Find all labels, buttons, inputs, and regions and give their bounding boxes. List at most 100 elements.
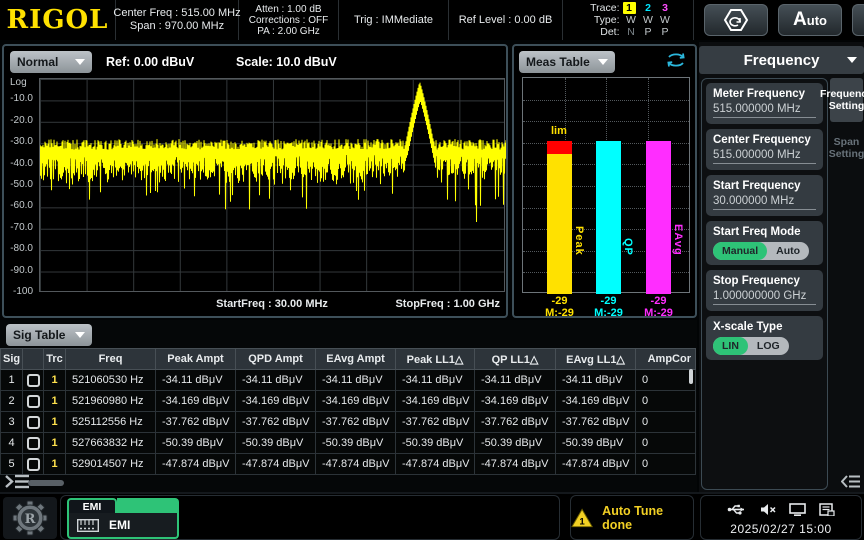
emi-card-label: EMI bbox=[109, 518, 130, 532]
trace-2-badge: 2 bbox=[640, 2, 657, 14]
table-cell: -34.169 dBμV bbox=[316, 391, 396, 412]
table-cell: -37.762 dBμV bbox=[236, 412, 316, 433]
trace-grid-label: Trace: bbox=[583, 2, 623, 14]
signal-table: Sig TrcFreqPeak AmptQPD AmptEAvg AmptPeak… bbox=[0, 348, 696, 475]
row-checkbox[interactable] bbox=[27, 458, 40, 471]
y-axis-ticks: -10.0-20.0-30.0-40.0-50.0-60.0-70.0-80.0… bbox=[4, 78, 36, 292]
preset-button[interactable] bbox=[704, 4, 768, 36]
field-start-frequency[interactable]: Start Frequency30.000000 MHz bbox=[706, 175, 823, 216]
ref-level-status[interactable]: Ref Level : 0.00 dB bbox=[449, 0, 563, 40]
status-icons bbox=[701, 503, 861, 516]
table-horizontal-scrollbar[interactable] bbox=[28, 480, 64, 486]
swap-view-icon[interactable] bbox=[665, 53, 687, 67]
checkbox-cell bbox=[23, 454, 44, 475]
toggle-option-lin[interactable]: LIN bbox=[713, 337, 748, 355]
table-cell: 525112556 Hz bbox=[66, 412, 156, 433]
toggle-x-scale-type[interactable]: LINLOG bbox=[713, 337, 789, 355]
y-axis-tick: -70.0 bbox=[10, 222, 33, 233]
field-x-scale-type[interactable]: X-scale TypeLINLOG bbox=[706, 316, 823, 360]
spectrum-plot[interactable] bbox=[39, 78, 505, 292]
trace-mode-dropdown[interactable]: Normal bbox=[10, 51, 92, 73]
limit-label: lim bbox=[551, 125, 567, 137]
y-axis-tick: -10.0 bbox=[10, 93, 33, 104]
gear-icon: R bbox=[12, 500, 48, 536]
column-header[interactable]: Sig bbox=[1, 349, 23, 370]
emi-tab-label[interactable]: EMI bbox=[67, 498, 117, 513]
partial-button[interactable] bbox=[852, 4, 864, 36]
table-row[interactable]: 51529014507 Hz-47.874 dBμV-47.874 dBμV-4… bbox=[1, 454, 696, 475]
toggle-option-auto[interactable]: Auto bbox=[767, 242, 809, 260]
trace-info[interactable]: Trace:123Type:WWWDet:NPP bbox=[563, 0, 694, 40]
amplitude-status[interactable]: Atten : 1.00 dB Corrections : OFF PA : 2… bbox=[239, 0, 339, 40]
auto-button-letter: A bbox=[793, 9, 807, 31]
trace-1-waveform bbox=[40, 79, 506, 293]
table-cell: -50.39 dBμV bbox=[396, 433, 475, 454]
column-header[interactable]: Peak Ampt bbox=[156, 349, 236, 370]
table-row[interactable]: 21521960980 Hz-34.169 dBμV-34.169 dBμV-3… bbox=[1, 391, 696, 412]
hide-menu-icon[interactable] bbox=[841, 474, 861, 489]
system-menu-button[interactable]: R bbox=[3, 497, 57, 539]
sig-number: 3 bbox=[1, 412, 23, 433]
chevron-down-icon bbox=[847, 57, 857, 63]
trigger-status[interactable]: Trig : IMMediate bbox=[339, 0, 449, 40]
bar-detector-label: Peak bbox=[573, 226, 585, 256]
table-cell: 0 bbox=[636, 370, 696, 391]
tab-frequency-setting[interactable]: Frequency Setting bbox=[830, 78, 863, 122]
checkbox-cell bbox=[23, 391, 44, 412]
freq-span-status[interactable]: Center Freq : 515.00 MHz Span : 970.00 M… bbox=[116, 0, 239, 40]
meas-table-dropdown[interactable]: Meas Table bbox=[519, 51, 615, 73]
table-row[interactable]: 11521060530 Hz-34.11 dBμV-34.11 dBμV-34.… bbox=[1, 370, 696, 391]
column-header[interactable]: AmpCor bbox=[636, 349, 696, 370]
row-checkbox[interactable] bbox=[27, 395, 40, 408]
y-axis-tick: -100 bbox=[13, 286, 33, 297]
trig-status: Trig : IMMediate bbox=[354, 14, 433, 27]
field-start-freq-mode[interactable]: Start Freq ModeManualAuto bbox=[706, 221, 823, 265]
table-row[interactable]: 31525112556 Hz-37.762 dBμV-37.762 dBμV-3… bbox=[1, 412, 696, 433]
field-value: 30.000000 MHz bbox=[713, 192, 816, 210]
field-label: Center Frequency bbox=[713, 134, 816, 146]
table-cell: -34.11 dBμV bbox=[316, 370, 396, 391]
emi-mode-tab[interactable]: EMI EMI bbox=[67, 498, 179, 539]
notification-area[interactable]: 1 Auto Tune done bbox=[570, 495, 694, 540]
table-cell: 0 bbox=[636, 454, 696, 475]
sig-table-dropdown[interactable]: Sig Table bbox=[6, 324, 92, 346]
system-status-section[interactable]: 2025/02/27 15:00 bbox=[700, 495, 862, 540]
trace-number: 1 bbox=[44, 412, 66, 433]
scale-label[interactable]: Scale: 10.0 dBuV bbox=[236, 55, 337, 69]
field-stop-frequency[interactable]: Stop Frequency1.000000000 GHz bbox=[706, 270, 823, 311]
signal-table-area: Sig Table SigTrcFreqPeak AmptQPD AmptEAv… bbox=[0, 320, 697, 492]
emi-mode-card[interactable]: EMI bbox=[67, 513, 179, 539]
row-checkbox[interactable] bbox=[27, 437, 40, 450]
toggle-option-log[interactable]: LOG bbox=[748, 337, 789, 355]
ref-label[interactable]: Ref: 0.00 dBuV bbox=[106, 55, 194, 69]
chevron-down-icon bbox=[75, 332, 85, 338]
column-header[interactable]: QP LL1△ bbox=[475, 349, 556, 370]
column-header[interactable]: QPD Ampt bbox=[236, 349, 316, 370]
column-header[interactable]: EAvg Ampt bbox=[316, 349, 396, 370]
trace-number: 1 bbox=[44, 454, 66, 475]
meas-table-value: Meas Table bbox=[526, 55, 590, 69]
column-header[interactable]: EAvg LL1△ bbox=[556, 349, 636, 370]
column-header[interactable]: Trc bbox=[44, 349, 66, 370]
row-checkbox[interactable] bbox=[27, 416, 40, 429]
tab-span-setting[interactable]: Span Setting bbox=[830, 126, 863, 170]
column-header[interactable]: Peak LL1△ bbox=[396, 349, 475, 370]
checkbox-cell bbox=[23, 433, 44, 454]
auto-tune-button[interactable]: Auto bbox=[778, 4, 842, 36]
toggle-option-manual[interactable]: Manual bbox=[713, 242, 767, 260]
menu-header-dropdown[interactable]: Frequency bbox=[699, 46, 864, 74]
field-meter-frequency[interactable]: Meter Frequency515.000000 MHz bbox=[706, 83, 823, 124]
table-cell: -37.762 dBμV bbox=[156, 412, 236, 433]
analyzer-screen: RIGOL Center Freq : 515.00 MHz Span : 97… bbox=[0, 0, 864, 540]
field-center-frequency[interactable]: Center Frequency515.000000 MHz bbox=[706, 129, 823, 170]
toggle-start-freq-mode[interactable]: ManualAuto bbox=[713, 242, 809, 260]
table-cell: -34.169 dBμV bbox=[556, 391, 636, 412]
trace-2-det: P bbox=[640, 26, 657, 38]
table-row[interactable]: 41527663832 Hz-50.39 dBμV-50.39 dBμV-50.… bbox=[1, 433, 696, 454]
expand-table-icon[interactable] bbox=[4, 473, 30, 490]
column-header[interactable]: Freq bbox=[66, 349, 156, 370]
column-header[interactable] bbox=[23, 349, 44, 370]
row-checkbox[interactable] bbox=[27, 374, 40, 387]
table-cell: -50.39 dBμV bbox=[236, 433, 316, 454]
table-vertical-scrollbar[interactable] bbox=[689, 369, 693, 384]
